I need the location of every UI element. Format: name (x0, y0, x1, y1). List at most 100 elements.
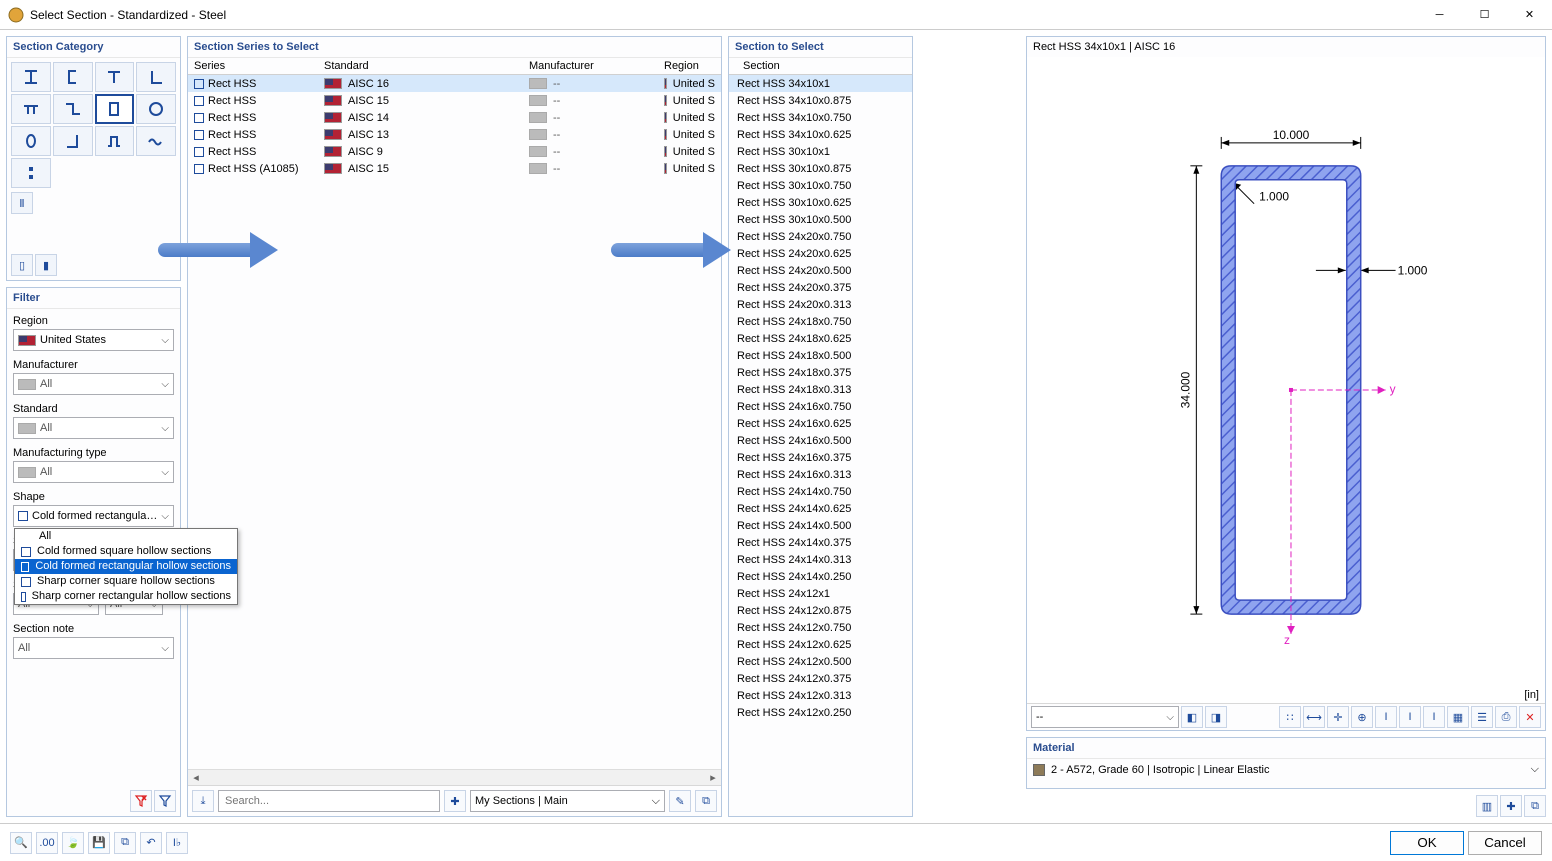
section-row[interactable]: Rect HSS 30x10x1 (729, 143, 912, 160)
preview-sc-icon[interactable]: ⊕ (1351, 706, 1373, 728)
series-h-scrollbar[interactable]: ◂▸ (188, 769, 721, 785)
shape-i-icon[interactable] (11, 62, 51, 92)
section-row[interactable]: Rect HSS 24x18x0.750 (729, 313, 912, 330)
region-combo[interactable]: United States ⌵ (13, 329, 174, 351)
section-row[interactable]: Rect HSS 24x18x0.500 (729, 347, 912, 364)
section-row[interactable]: Rect HSS 30x10x0.875 (729, 160, 912, 177)
preview-target-icon[interactable]: ✕ (1519, 706, 1541, 728)
series-row[interactable]: Rect HSSAISC 14--United S (188, 109, 721, 126)
shape-rect-hollow-icon[interactable] (95, 94, 135, 124)
cancel-button[interactable]: Cancel (1468, 831, 1542, 855)
section-row[interactable]: Rect HSS 24x14x0.750 (729, 483, 912, 500)
section-row[interactable]: Rect HSS 24x20x0.375 (729, 279, 912, 296)
preview-points-icon[interactable]: ∷ (1279, 706, 1301, 728)
shape-dropdown[interactable]: AllCold formed square hollow sectionsCol… (14, 528, 238, 605)
section-row[interactable]: Rect HSS 24x18x0.313 (729, 381, 912, 398)
series-search-input[interactable] (218, 790, 440, 812)
preview-tool2[interactable]: ◨ (1205, 706, 1227, 728)
shape-angle-icon[interactable] (136, 62, 176, 92)
material-new-button[interactable]: ✚ (1500, 795, 1522, 817)
shape-z-icon[interactable] (53, 94, 93, 124)
preview-axes-icon[interactable]: ✛ (1327, 706, 1349, 728)
shape-option[interactable]: Sharp corner square hollow sections (15, 574, 237, 589)
section-row[interactable]: Rect HSS 24x12x0.250 (729, 704, 912, 721)
shape-channel-icon[interactable] (53, 62, 93, 92)
preview-dim-icon[interactable]: ⟷ (1303, 706, 1325, 728)
bb-copy-icon[interactable]: ⧉ (114, 832, 136, 854)
preview-i1-icon[interactable]: I (1375, 706, 1397, 728)
shape-combo[interactable]: Cold formed rectangular... ⌵ AllCold for… (13, 505, 174, 527)
section-row[interactable]: Rect HSS 24x16x0.375 (729, 449, 912, 466)
sections-list[interactable]: Rect HSS 34x10x1Rect HSS 34x10x0.875Rect… (729, 75, 912, 816)
material-copy-button[interactable]: ⧉ (1524, 795, 1546, 817)
section-row[interactable]: Rect HSS 24x16x0.750 (729, 398, 912, 415)
filter-clear-button[interactable] (130, 790, 152, 812)
section-row[interactable]: Rect HSS 24x14x0.250 (729, 568, 912, 585)
series-add-button[interactable]: ✚ (444, 790, 466, 812)
preview-i2-icon[interactable]: I (1399, 706, 1421, 728)
close-button[interactable]: ✕ (1507, 0, 1552, 30)
filter-apply-button[interactable] (154, 790, 176, 812)
standard-combo[interactable]: All ⌵ (13, 417, 174, 439)
section-row[interactable]: Rect HSS 24x12x0.500 (729, 653, 912, 670)
section-row[interactable]: Rect HSS 24x20x0.750 (729, 228, 912, 245)
section-note-combo[interactable]: All ⌵ (13, 637, 174, 659)
section-row[interactable]: Rect HSS 24x12x1 (729, 585, 912, 602)
section-row[interactable]: Rect HSS 24x14x0.625 (729, 500, 912, 517)
section-row[interactable]: Rect HSS 24x18x0.375 (729, 364, 912, 381)
preview-print-icon[interactable]: ⎙ (1495, 706, 1517, 728)
bb-leaf-icon[interactable]: 🍃 (62, 832, 84, 854)
series-row[interactable]: Rect HSSAISC 13--United S (188, 126, 721, 143)
series-row[interactable]: Rect HSSAISC 16--United S (188, 75, 721, 92)
manufacturer-combo[interactable]: All ⌵ (13, 373, 174, 395)
shape-option[interactable]: Cold formed square hollow sections (15, 544, 237, 559)
section-row[interactable]: Rect HSS 34x10x0.750 (729, 109, 912, 126)
maximize-button[interactable]: ☐ (1462, 0, 1507, 30)
section-row[interactable]: Rect HSS 24x14x0.313 (729, 551, 912, 568)
series-row[interactable]: Rect HSSAISC 9--United S (188, 143, 721, 160)
shape-option[interactable]: Sharp corner rectangular hollow sections (15, 589, 237, 604)
section-row[interactable]: Rect HSS 24x12x0.625 (729, 636, 912, 653)
section-row[interactable]: Rect HSS 24x12x0.750 (729, 619, 912, 636)
mysections-copy-button[interactable]: ⧉ (695, 790, 717, 812)
preview-view-combo[interactable]: --⌵ (1031, 706, 1179, 728)
preview-list-icon[interactable]: ☰ (1471, 706, 1493, 728)
series-import-button[interactable]: ⤓ (192, 790, 214, 812)
shape-option[interactable]: Cold formed rectangular hollow sections (15, 559, 237, 574)
series-row[interactable]: Rect HSSAISC 15--United S (188, 92, 721, 109)
section-row[interactable]: Rect HSS 34x10x0.625 (729, 126, 912, 143)
shape-l2-icon[interactable] (53, 126, 93, 156)
section-row[interactable]: Rect HSS 24x14x0.500 (729, 517, 912, 534)
bb-ib-icon[interactable]: I♭ (166, 832, 188, 854)
preview-i3-icon[interactable]: I (1423, 706, 1445, 728)
section-row[interactable]: Rect HSS 24x12x0.375 (729, 670, 912, 687)
section-row[interactable]: Rect HSS 24x16x0.313 (729, 466, 912, 483)
section-row[interactable]: Rect HSS 24x20x0.500 (729, 262, 912, 279)
minimize-button[interactable]: ─ (1417, 0, 1462, 30)
shape-oval-icon[interactable] (11, 126, 51, 156)
mysections-combo[interactable]: My Sections | Main⌵ (470, 790, 665, 812)
material-combo-caret[interactable]: ⌵ (1531, 763, 1539, 776)
ok-button[interactable]: OK (1390, 831, 1464, 855)
shape-option[interactable]: All (15, 529, 237, 544)
preview-grid-icon[interactable]: ▦ (1447, 706, 1469, 728)
section-row[interactable]: Rect HSS 24x12x0.313 (729, 687, 912, 704)
section-row[interactable]: Rect HSS 24x20x0.313 (729, 296, 912, 313)
section-row[interactable]: Rect HSS 34x10x1 (729, 75, 912, 92)
shape-custom1-icon[interactable]: Ⅱ (11, 192, 33, 214)
bb-search-icon[interactable]: 🔍 (10, 832, 32, 854)
shape-double-tee-icon[interactable] (11, 94, 51, 124)
bb-save-icon[interactable]: 💾 (88, 832, 110, 854)
bb-undo-icon[interactable]: ↶ (140, 832, 162, 854)
bb-decimals-icon[interactable]: .00 (36, 832, 58, 854)
view-mode1-button[interactable]: ▯ (11, 254, 33, 276)
preview-canvas[interactable]: 10.000 34.000 1.000 (1027, 57, 1545, 703)
series-table-body[interactable]: Rect HSSAISC 16--United SRect HSSAISC 15… (188, 75, 721, 769)
section-row[interactable]: Rect HSS 24x16x0.500 (729, 432, 912, 449)
view-mode2-button[interactable]: ▮ (35, 254, 57, 276)
mfg-type-combo[interactable]: All ⌵ (13, 461, 174, 483)
section-row[interactable]: Rect HSS 30x10x0.750 (729, 177, 912, 194)
section-row[interactable]: Rect HSS 30x10x0.500 (729, 211, 912, 228)
preview-tool1[interactable]: ◧ (1181, 706, 1203, 728)
section-row[interactable]: Rect HSS 30x10x0.625 (729, 194, 912, 211)
